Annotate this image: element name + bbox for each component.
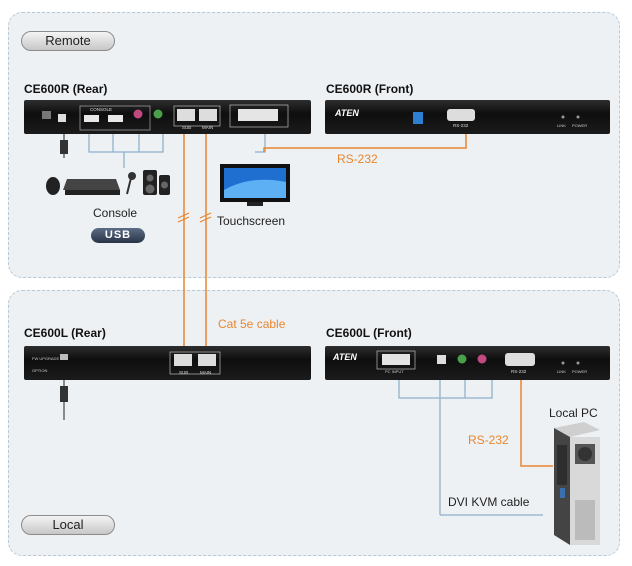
touchscreen-monitor-icon xyxy=(220,164,290,206)
console-cables xyxy=(88,134,543,516)
microphone-icon xyxy=(126,172,136,195)
keyboard-icon xyxy=(63,179,120,195)
speaker-icon xyxy=(143,170,170,195)
pc-tower-icon xyxy=(554,422,600,545)
connection-diagram xyxy=(46,134,600,545)
mouse-icon xyxy=(46,177,60,195)
power-adapter-icon xyxy=(60,380,68,420)
power-adapter-icon xyxy=(60,134,68,158)
